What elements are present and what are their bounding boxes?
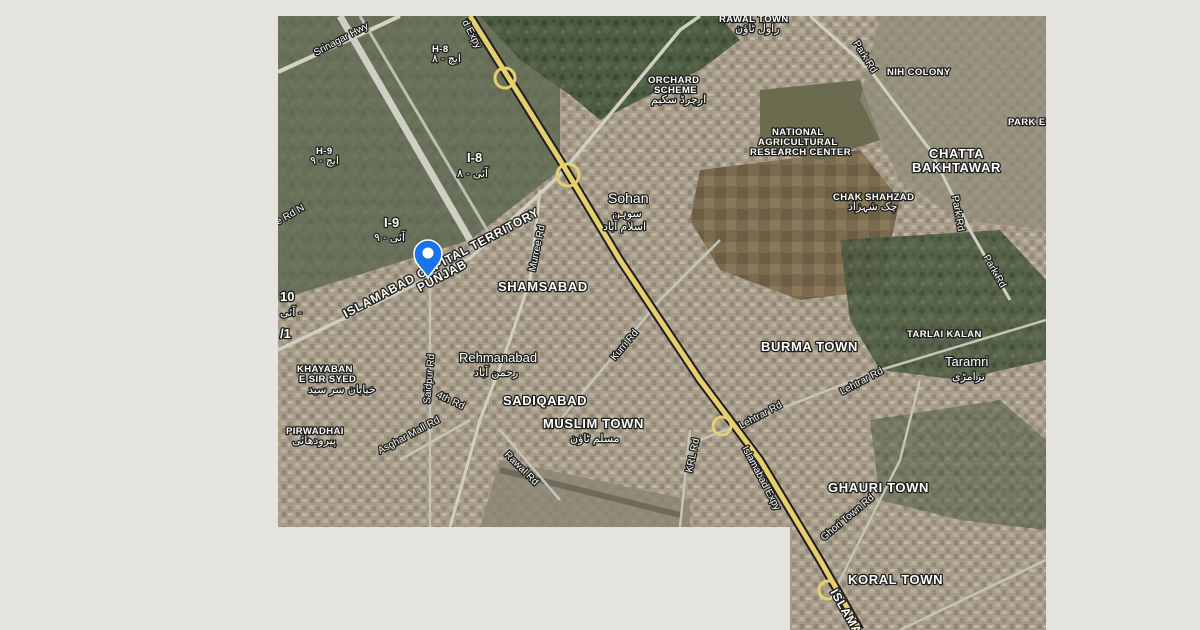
label-sohan-urdu: سوہن (612, 208, 642, 220)
label-rawal-town-urdu: راول ٹاؤن (735, 23, 780, 35)
label-rehmanabad: Rehmanabad (459, 350, 537, 365)
label-shamsabad: SHAMSABAD (498, 279, 588, 294)
label-nih-colony: NIH COLONY (887, 67, 951, 78)
label-i10-urdu: آئی - (280, 306, 302, 319)
label-sadiqabad: SADIQABAD (503, 393, 587, 408)
label-chatta: CHATTA (929, 146, 984, 161)
label-bakhtawar: BAKHTAWAR (912, 160, 1001, 175)
label-i10: 10 (280, 289, 294, 304)
label-taramri-urdu: ترامڑی (952, 371, 985, 383)
label-tarlai-kalan: TARLAI KALAN (907, 329, 982, 340)
satellite-imagery: RAWAL TOWN راول ٹاؤن NIH COLONY PARK E O… (278, 16, 1046, 630)
label-burma-town: BURMA TOWN (761, 339, 858, 354)
label-ghauri-town: GHAURI TOWN (828, 480, 929, 495)
label-i9: I-9 (384, 215, 399, 230)
label-h8-urdu: ایچ - ۸ (432, 53, 461, 65)
label-taramri: Taramri (945, 354, 988, 369)
label-muslim-town-urdu: مسلم ٹاؤن (570, 433, 620, 445)
label-narc-3: RESEARCH CENTER (750, 147, 851, 158)
label-chak-shahzad-urdu: چک شہزاد (848, 201, 897, 213)
label-i8: I-8 (467, 150, 482, 165)
label-park-e: PARK E (1008, 117, 1046, 128)
label-khayaban-urdu: خیابان سر سید (308, 384, 376, 396)
label-i8-urdu: آئی - ۸ (457, 167, 489, 180)
label-koral-town: KORAL TOWN (848, 572, 943, 587)
label-muslim-town: MUSLIM TOWN (543, 416, 644, 431)
label-islamabad-urdu: اسلام آباد (603, 220, 646, 233)
map-view[interactable]: RAWAL TOWN راول ٹاؤن NIH COLONY PARK E O… (0, 0, 1200, 630)
label-pirwadhai-urdu: پیرودھائی (292, 435, 336, 447)
label-sohan: Sohan (608, 190, 648, 206)
label-h9-urdu: ایچ - ۹ (310, 155, 339, 167)
label-orchard-scheme-urdu: ارچرڈ سکیم (651, 94, 706, 106)
label-i9-urdu: آئی - ۹ (374, 231, 406, 244)
label-i11: /1 (280, 326, 291, 341)
label-rehmanabad-urdu: رحمن آباد (474, 366, 518, 379)
